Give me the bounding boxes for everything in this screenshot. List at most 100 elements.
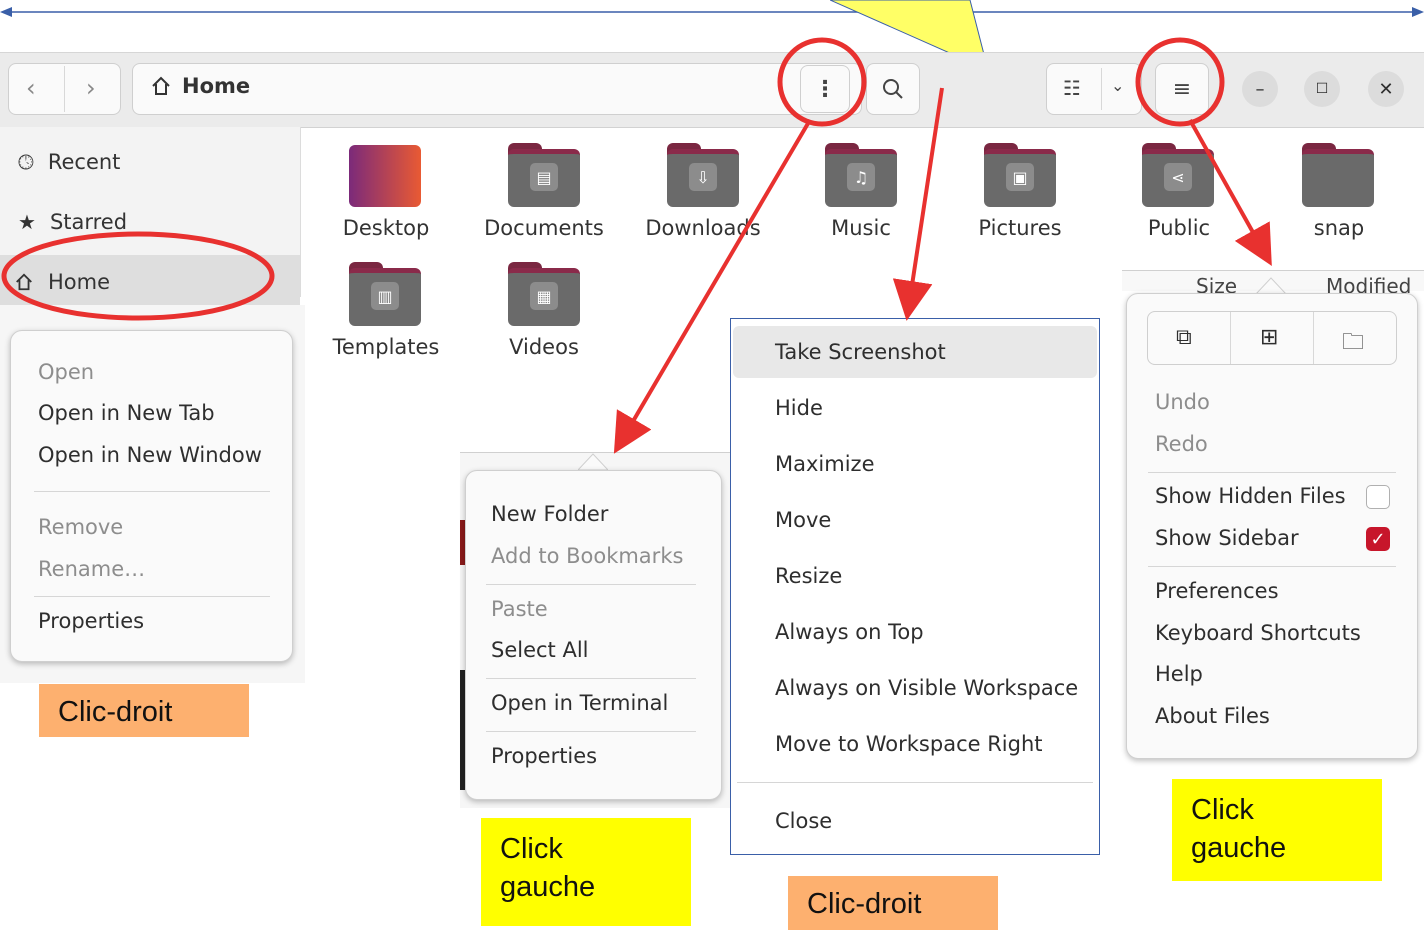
menu-item-always-on-top[interactable]: Always on Top [775,620,924,644]
menu-separator [486,584,696,585]
menu-item-open-new-tab[interactable]: Open in New Tab [38,401,215,425]
folder-label[interactable]: Public [1104,216,1254,240]
sidebar-item-recent[interactable]: 🕓︎ Recent [18,150,120,174]
annotation-note: Clic-droit [788,876,998,930]
minimize-icon: – [1255,78,1265,100]
menu-item-properties[interactable]: Properties [38,609,144,633]
folder-icon [1302,149,1374,207]
menu-item-rename[interactable]: Rename… [38,557,145,581]
chevron-left-icon: ‹ [26,74,36,102]
clock-icon: 🕓︎ [18,150,34,174]
menu-pointer [578,453,608,470]
folder-label[interactable]: Templates [311,335,461,359]
new-window-button[interactable]: ⧉ [1176,325,1192,350]
folder-label[interactable]: snap [1264,216,1414,240]
documents-folder-icon: ▤ [530,163,558,191]
menu-item-open-new-window[interactable]: Open in New Window [38,443,262,467]
hamburger-icon: ≡ [1172,76,1192,102]
menu-item-new-folder[interactable]: New Folder [491,502,608,526]
menu-item-maximize[interactable]: Maximize [775,452,874,476]
sidebar-item-label: Starred [49,210,128,234]
pictures-folder-icon: ▣ [1006,163,1034,191]
sidebar-item-starred[interactable]: ★ Starred [18,210,127,234]
menu-item-move[interactable]: Move [775,508,831,532]
folder-label[interactable]: Music [786,216,936,240]
menu-item-take-screenshot[interactable]: Take Screenshot [775,340,946,364]
menu-separator [737,782,1093,783]
folder-label[interactable]: Documents [469,216,619,240]
menu-item-remove[interactable]: Remove [38,515,123,539]
folder-templates[interactable]: ▥ [349,262,421,326]
menu-item-resize[interactable]: Resize [775,564,842,588]
folder-music[interactable]: ♫ [825,143,897,207]
folder-menu-button[interactable]: ⋮ [800,65,850,113]
folder-downloads[interactable]: ⇩ [667,143,739,207]
home-icon [152,76,170,95]
public-folder-icon: ⋖ [1164,163,1192,191]
search-button[interactable] [866,63,920,115]
note-text: Click gauche [1191,794,1287,864]
list-view-icon: ☷ [1063,76,1081,100]
view-switcher[interactable]: ☷ ⌄ [1046,63,1142,115]
menu-item-preferences[interactable]: Preferences [1155,579,1279,603]
folder-desktop[interactable] [349,143,421,207]
note-text: Clic-droit [807,888,922,920]
search-icon [883,79,903,99]
back-button[interactable]: ‹ [26,74,36,102]
menu-item-help[interactable]: Help [1155,662,1203,686]
folder-label[interactable]: Pictures [945,216,1095,240]
menu-item-close[interactable]: Close [775,809,832,833]
menu-item-open-in-terminal[interactable]: Open in Terminal [491,691,668,715]
annotation-note: Click gauche [1172,779,1382,881]
folder-public[interactable]: ⋖ [1142,143,1214,207]
new-tab-icon: ⊞ [1260,325,1279,350]
folder-label[interactable]: Desktop [311,216,461,240]
show-sidebar-checkbox[interactable]: ✓ [1366,527,1390,551]
folder-videos[interactable]: ▦ [508,262,580,326]
menu-item-open[interactable]: Open [38,360,94,384]
menu-item-redo[interactable]: Redo [1155,432,1208,456]
maximize-icon: ☐ [1315,81,1329,97]
menu-item-show-sidebar[interactable]: Show Sidebar [1155,526,1299,550]
menu-separator [486,678,696,679]
path-home[interactable]: Home [150,74,250,98]
forward-button[interactable]: › [86,74,96,102]
menu-item-hide[interactable]: Hide [775,396,823,420]
maximize-button[interactable]: ☐ [1304,71,1340,107]
vertical-ellipsis-icon: ⋮ [814,76,836,102]
music-folder-icon: ♫ [847,163,875,191]
note-text: Click gauche [500,833,596,903]
menu-item-properties[interactable]: Properties [491,744,597,768]
desktop-folder-icon [349,145,421,207]
folder-pictures[interactable]: ▣ [984,143,1056,207]
menu-item-keyboard-shortcuts[interactable]: Keyboard Shortcuts [1155,621,1361,645]
new-folder-button[interactable]: 🗀︎ [1342,325,1364,363]
menu-item-show-hidden-files[interactable]: Show Hidden Files [1155,484,1346,508]
home-icon [16,273,32,291]
folder-snap[interactable] [1302,143,1374,207]
close-button[interactable]: ✕ [1368,71,1404,107]
nav-divider [64,66,65,112]
menu-item-move-to-workspace-right[interactable]: Move to Workspace Right [775,732,1043,756]
menu-item-always-on-visible-workspace[interactable]: Always on Visible Workspace [775,676,1078,700]
checkmark-icon: ✓ [1370,528,1386,550]
menu-item-select-all[interactable]: Select All [491,638,589,662]
note-text: Clic-droit [58,696,173,728]
menu-item-paste[interactable]: Paste [491,597,548,621]
folder-label[interactable]: Downloads [628,216,778,240]
new-window-icon: ⧉ [1176,325,1192,350]
folder-label[interactable]: Videos [469,335,619,359]
divider [1313,312,1314,364]
menu-item-undo[interactable]: Undo [1155,390,1210,414]
menu-item-about-files[interactable]: About Files [1155,704,1270,728]
main-menu-button[interactable]: ≡ [1155,63,1209,115]
show-hidden-files-checkbox[interactable] [1366,485,1390,509]
sidebar-item-label: Home [48,270,111,294]
new-tab-button[interactable]: ⊞ [1260,325,1278,350]
minimize-button[interactable]: – [1242,71,1278,107]
sidebar-item-home[interactable]: Home [14,270,110,294]
menu-separator [486,731,696,732]
menu-item-add-to-bookmarks[interactable]: Add to Bookmarks [491,544,683,568]
chevron-down-icon: ⌄ [1111,76,1125,95]
folder-documents[interactable]: ▤ [508,143,580,207]
